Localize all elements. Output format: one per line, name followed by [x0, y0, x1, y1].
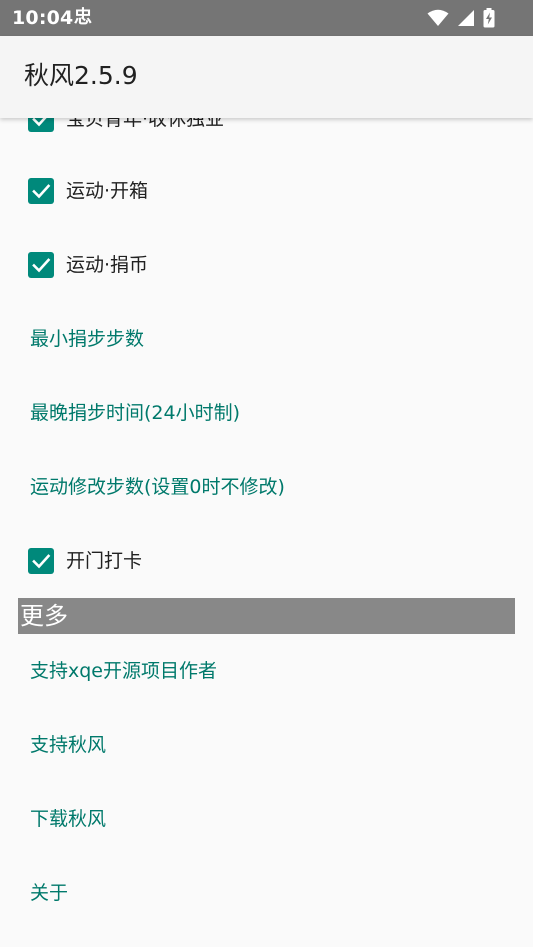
pref-link-label[interactable]: 关于: [30, 880, 68, 906]
pref-link-label[interactable]: 最晚捐步时间(24小时制): [30, 400, 240, 426]
status-time: 10:04: [12, 7, 74, 29]
app-title: 秋风2.5.9: [24, 61, 138, 90]
pref-item-link[interactable]: 运动修改步数(设置0时不修改): [0, 462, 533, 512]
pref-item-checkbox[interactable]: 运动·捐币: [0, 240, 533, 290]
pref-item-checkbox[interactable]: 运动·开箱: [0, 166, 533, 216]
checkbox-checked[interactable]: [28, 178, 54, 204]
pref-item-link[interactable]: 最晚捐步时间(24小时制): [0, 388, 533, 438]
pref-item-checkbox[interactable]: 开门打卡: [0, 536, 533, 586]
pref-link-label[interactable]: 支持xqe开源项目作者: [30, 658, 217, 684]
pref-link-label[interactable]: 支持秋风: [30, 732, 106, 758]
pref-item-link[interactable]: 支持xqe开源项目作者: [0, 646, 533, 696]
notification-icon: 忠: [74, 7, 92, 28]
pref-item-label: 运动·捐币: [66, 254, 149, 276]
pref-link-label[interactable]: 最小捐步步数: [30, 326, 144, 352]
checkbox-checked[interactable]: [28, 118, 54, 132]
pref-item-label: 运动·开箱: [66, 180, 149, 202]
section-header-more: 更多: [18, 598, 515, 634]
preferences-list[interactable]: 宝贝青年·收休独业 运动·开箱 运动·捐币 最小捐步步数 最晚捐步时间(24小时…: [0, 118, 533, 947]
pref-link-label[interactable]: 运动修改步数(设置0时不修改): [30, 474, 285, 500]
status-icons: [427, 6, 495, 30]
app-bar: 秋风2.5.9: [0, 36, 533, 118]
pref-item-link[interactable]: 最小捐步步数: [0, 314, 533, 364]
pref-item-label: 开门打卡: [66, 550, 143, 572]
pref-item-link[interactable]: 支持秋风: [0, 720, 533, 770]
pref-item-link[interactable]: 下载秋风: [0, 794, 533, 844]
pref-item-link[interactable]: 关于: [0, 868, 533, 918]
checkbox-checked[interactable]: [28, 548, 54, 574]
section-header-title: 更多: [20, 602, 68, 630]
pref-item-label: 宝贝青年·收休独业: [66, 118, 225, 130]
wifi-icon: [427, 9, 449, 27]
battery-charging-icon: [483, 8, 495, 28]
status-bar: 10:04 忠: [0, 0, 533, 36]
pref-item-checkbox[interactable]: 宝贝青年·收休独业: [0, 118, 533, 144]
checkbox-checked[interactable]: [28, 252, 54, 278]
pref-link-label[interactable]: 下载秋风: [30, 806, 106, 832]
signal-icon: [457, 9, 475, 27]
